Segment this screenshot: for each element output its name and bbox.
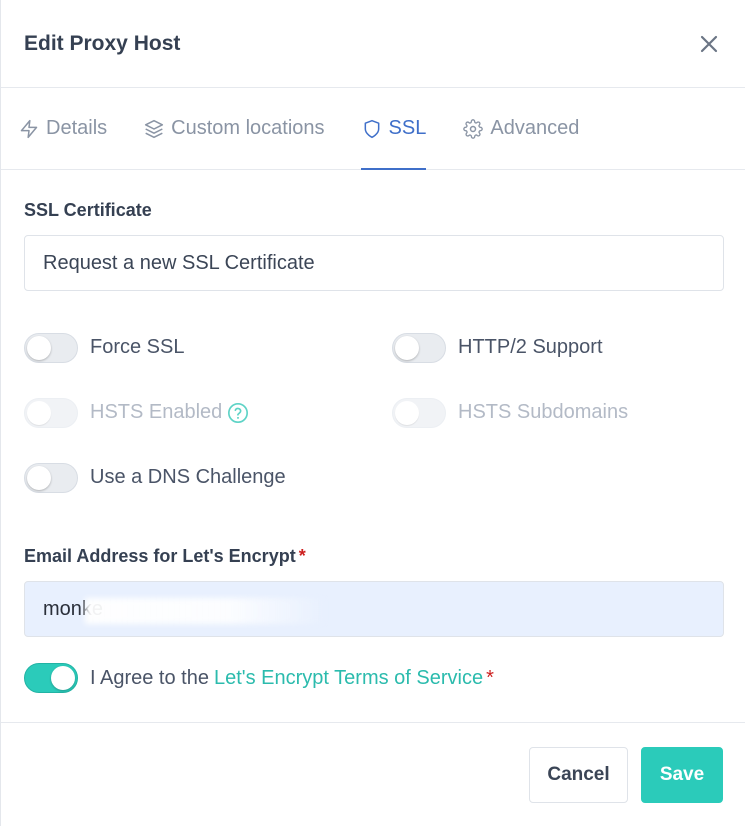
agree-tos-option: I Agree to the Let's Encrypt Terms of Ser…	[24, 663, 723, 693]
hsts-label: HSTS Enabled	[90, 401, 223, 423]
http2-option: HTTP/2 Support	[392, 315, 724, 380]
force-ssl-toggle[interactable]	[24, 332, 78, 363]
help-circle-icon[interactable]	[227, 402, 249, 424]
hsts-subdomains-label: HSTS Subdomains	[458, 401, 629, 423]
hsts-toggle	[24, 397, 78, 428]
tab-advanced[interactable]: Advanced	[462, 88, 579, 169]
cancel-button[interactable]: Cancel	[529, 746, 628, 803]
ssl-certificate-label: SSL Certificate	[24, 200, 152, 220]
close-button[interactable]	[695, 30, 723, 58]
dns-challenge-label: Use a DNS Challenge	[90, 466, 286, 488]
tos-link[interactable]: Let's Encrypt Terms of Service	[214, 667, 483, 689]
hsts-option: HSTS Enabled	[24, 380, 392, 445]
tab-label: Details	[46, 117, 108, 139]
http2-label: HTTP/2 Support	[458, 336, 603, 358]
tab-bar: Details Custom locations SSL Advanced	[1, 88, 745, 170]
required-marker: *	[486, 666, 494, 689]
edit-proxy-host-modal: Edit Proxy Host Details Custom locations…	[0, 0, 745, 826]
modal-title: Edit Proxy Host	[24, 31, 181, 55]
zap-icon	[18, 118, 40, 140]
tab-ssl[interactable]: SSL	[360, 88, 427, 170]
gear-icon	[462, 118, 484, 140]
modal-footer: Cancel Save	[1, 722, 745, 826]
tab-label: Advanced	[490, 117, 580, 139]
tab-details[interactable]: Details	[18, 88, 107, 169]
modal-body: SSL Certificate Request a new SSL Certif…	[1, 170, 745, 693]
hsts-subdomains-option: HSTS Subdomains	[392, 380, 724, 445]
dns-challenge-option: Use a DNS Challenge	[24, 445, 392, 510]
close-icon	[700, 35, 718, 52]
layers-icon	[143, 118, 165, 140]
agree-tos-toggle[interactable]	[24, 663, 78, 693]
redaction-blur	[85, 598, 325, 624]
hsts-subdomains-toggle	[392, 397, 446, 428]
http2-toggle[interactable]	[392, 332, 446, 363]
dns-challenge-toggle[interactable]	[24, 462, 78, 493]
tab-label: SSL	[388, 117, 427, 139]
modal-header: Edit Proxy Host	[1, 0, 745, 88]
save-button[interactable]: Save	[641, 746, 723, 803]
agree-tos-label: I Agree to the Let's Encrypt Terms of Ser…	[90, 666, 494, 689]
ssl-certificate-value: Request a new SSL Certificate	[43, 251, 315, 274]
required-marker: *	[298, 546, 306, 566]
tab-custom-locations[interactable]: Custom locations	[143, 88, 325, 169]
ssl-options: Force SSL HTTP/2 Support HSTS Enabled HS…	[24, 315, 723, 510]
tab-label: Custom locations	[171, 117, 325, 139]
email-label: Email Address for Let's Encrypt *	[24, 546, 306, 566]
email-field[interactable]: monke	[24, 581, 724, 637]
ssl-certificate-select[interactable]: Request a new SSL Certificate	[24, 235, 724, 291]
shield-icon	[361, 118, 383, 140]
email-section: Email Address for Let's Encrypt * monke	[24, 546, 724, 637]
force-ssl-label: Force SSL	[90, 336, 185, 358]
force-ssl-option: Force SSL	[24, 315, 392, 380]
